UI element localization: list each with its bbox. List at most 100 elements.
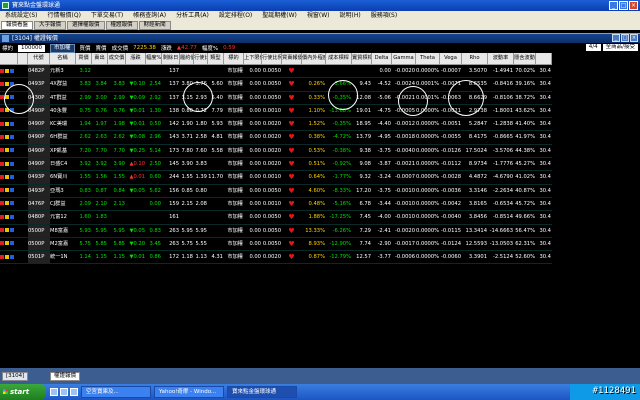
tab-big-quote[interactable]: 大字報價 bbox=[34, 21, 67, 30]
menu-system[interactable]: 系統設定(S) bbox=[0, 11, 43, 21]
heart-flag-icon[interactable] bbox=[0, 148, 4, 153]
taskbar-item-1[interactable]: 空宮寶庫及... bbox=[81, 386, 151, 398]
row-icons[interactable] bbox=[0, 131, 18, 145]
heart-flag-icon[interactable] bbox=[0, 134, 4, 139]
column-header[interactable]: 成交價 bbox=[108, 53, 126, 65]
warrant-name[interactable]: 4X群益 bbox=[50, 78, 76, 92]
warrant-code[interactable]: 0501P bbox=[28, 251, 50, 265]
heart-flag-icon[interactable] bbox=[0, 81, 4, 86]
column-header[interactable]: 賣出 bbox=[92, 53, 108, 65]
taskbar-item-2[interactable]: Yahoo!奇摩 - Windo... bbox=[154, 386, 224, 398]
column-header[interactable]: Theta bbox=[416, 53, 440, 65]
underlying-code-input[interactable]: 100000 bbox=[18, 44, 46, 52]
chart-icon[interactable] bbox=[10, 148, 14, 153]
note-icon[interactable] bbox=[5, 81, 9, 86]
row-icons[interactable] bbox=[0, 185, 18, 198]
row-icons[interactable] bbox=[0, 238, 18, 252]
column-header[interactable]: 類型 bbox=[208, 53, 224, 65]
heart-flag-icon[interactable] bbox=[0, 241, 4, 246]
warrant-code[interactable]: 0482P bbox=[28, 65, 50, 79]
warrant-name[interactable]: 40永豐 bbox=[50, 105, 76, 119]
row-icons[interactable] bbox=[0, 251, 18, 265]
chart-icon[interactable] bbox=[10, 214, 14, 219]
warrant-code[interactable]: 0490P bbox=[28, 118, 50, 132]
chart-icon[interactable] bbox=[10, 161, 14, 166]
row-icons[interactable] bbox=[0, 225, 18, 238]
row-icons[interactable] bbox=[0, 211, 18, 225]
column-header[interactable]: 價內外程度 bbox=[302, 53, 326, 65]
column-header[interactable]: Gamma bbox=[392, 53, 416, 65]
warrant-code[interactable]: 0493P bbox=[28, 171, 50, 185]
warrant-name[interactable]: KC美瑞 bbox=[50, 118, 76, 132]
warrant-name[interactable]: M2富嘉 bbox=[50, 238, 76, 252]
column-header[interactable]: 買價 bbox=[76, 53, 92, 65]
warrant-code[interactable]: 0500P bbox=[28, 224, 50, 238]
warrant-code[interactable]: 0490P bbox=[28, 144, 50, 159]
taskbar-item-3[interactable]: 寶來點金盤環球通 bbox=[227, 386, 297, 398]
warrant-name[interactable]: 統一1N bbox=[50, 251, 76, 265]
chart-icon[interactable] bbox=[10, 241, 14, 246]
row-icons[interactable] bbox=[0, 171, 18, 185]
heart-flag-icon[interactable] bbox=[0, 108, 4, 113]
warrant-name[interactable]: 日盛C4 bbox=[50, 158, 76, 172]
chart-icon[interactable] bbox=[10, 228, 14, 233]
heart-flag-icon[interactable] bbox=[0, 214, 4, 219]
tab-news[interactable]: 財經新聞 bbox=[138, 21, 171, 30]
note-icon[interactable] bbox=[5, 228, 9, 233]
sub-minimize-button[interactable]: _ bbox=[612, 34, 620, 42]
column-header[interactable]: 上下限價 bbox=[244, 53, 262, 65]
warrant-name[interactable]: XP凱基 bbox=[50, 145, 76, 159]
column-header[interactable]: 漲跌 bbox=[126, 53, 146, 65]
sub-close-button[interactable]: × bbox=[630, 34, 638, 42]
heart-flag-icon[interactable] bbox=[0, 121, 4, 126]
column-header[interactable]: 實質槓桿 bbox=[352, 53, 372, 65]
warrant-name[interactable]: 亞瑪3 bbox=[50, 185, 76, 198]
row-icons[interactable] bbox=[0, 158, 18, 172]
minimize-button[interactable]: _ bbox=[609, 1, 618, 10]
note-icon[interactable] bbox=[5, 121, 9, 126]
warrant-code[interactable]: 0493P bbox=[28, 184, 50, 198]
heart-flag-icon[interactable] bbox=[0, 188, 4, 193]
column-header[interactable]: Delta bbox=[372, 53, 392, 65]
menu-services[interactable]: 服務項(S) bbox=[366, 11, 403, 21]
column-header[interactable]: 幅度% bbox=[146, 53, 162, 65]
maximize-button[interactable]: □ bbox=[619, 1, 628, 10]
tab-option-quote[interactable]: 選擇權報價 bbox=[67, 21, 105, 30]
chart-icon[interactable] bbox=[10, 201, 14, 206]
heart-flag-icon[interactable] bbox=[0, 174, 4, 179]
warrant-code[interactable]: 0490P bbox=[28, 131, 50, 145]
chart-icon[interactable] bbox=[10, 174, 14, 179]
menu-quotes[interactable]: 行情報價(Q) bbox=[43, 11, 86, 21]
sub-maximize-button[interactable]: □ bbox=[621, 34, 629, 42]
menu-trade[interactable]: 下單交易(T) bbox=[86, 11, 128, 21]
note-icon[interactable] bbox=[5, 68, 9, 73]
note-icon[interactable] bbox=[5, 241, 9, 246]
chart-icon[interactable] bbox=[10, 188, 14, 193]
warrant-name[interactable]: 元新3 bbox=[50, 65, 76, 79]
note-icon[interactable] bbox=[5, 254, 9, 259]
mode-select[interactable]: 全商品/接受 bbox=[602, 44, 638, 51]
menu-analysis[interactable]: 分析工具(A) bbox=[171, 11, 214, 21]
note-icon[interactable] bbox=[5, 148, 9, 153]
column-header[interactable] bbox=[18, 53, 28, 65]
note-icon[interactable] bbox=[5, 134, 9, 139]
warrant-name[interactable]: 6N寶川 bbox=[50, 171, 76, 185]
warrant-name[interactable]: 4T群益 bbox=[50, 92, 76, 105]
tab-warrant-quote[interactable]: 權證報價 bbox=[105, 21, 138, 30]
row-icons[interactable] bbox=[0, 198, 18, 212]
column-header[interactable] bbox=[536, 53, 552, 65]
column-header[interactable]: 剩餘日 bbox=[162, 53, 180, 65]
note-icon[interactable] bbox=[5, 161, 9, 166]
column-header[interactable]: 名稱 bbox=[50, 53, 76, 65]
column-header[interactable]: 代號 bbox=[28, 53, 50, 65]
bottom-tab-warrant[interactable]: 權證報價 bbox=[50, 372, 81, 381]
chart-icon[interactable] bbox=[10, 254, 14, 259]
tab-quote-board[interactable]: 報價看盤 bbox=[1, 21, 34, 30]
menu-account[interactable]: 帳務查詢(A) bbox=[128, 11, 171, 21]
chart-icon[interactable] bbox=[10, 134, 14, 139]
note-icon[interactable] bbox=[5, 214, 9, 219]
column-header[interactable]: Vega bbox=[440, 53, 462, 65]
warrant-code[interactable]: 0476P bbox=[28, 197, 50, 212]
column-header[interactable]: 波動率 bbox=[488, 53, 514, 65]
column-header[interactable]: 標的 bbox=[224, 53, 244, 65]
